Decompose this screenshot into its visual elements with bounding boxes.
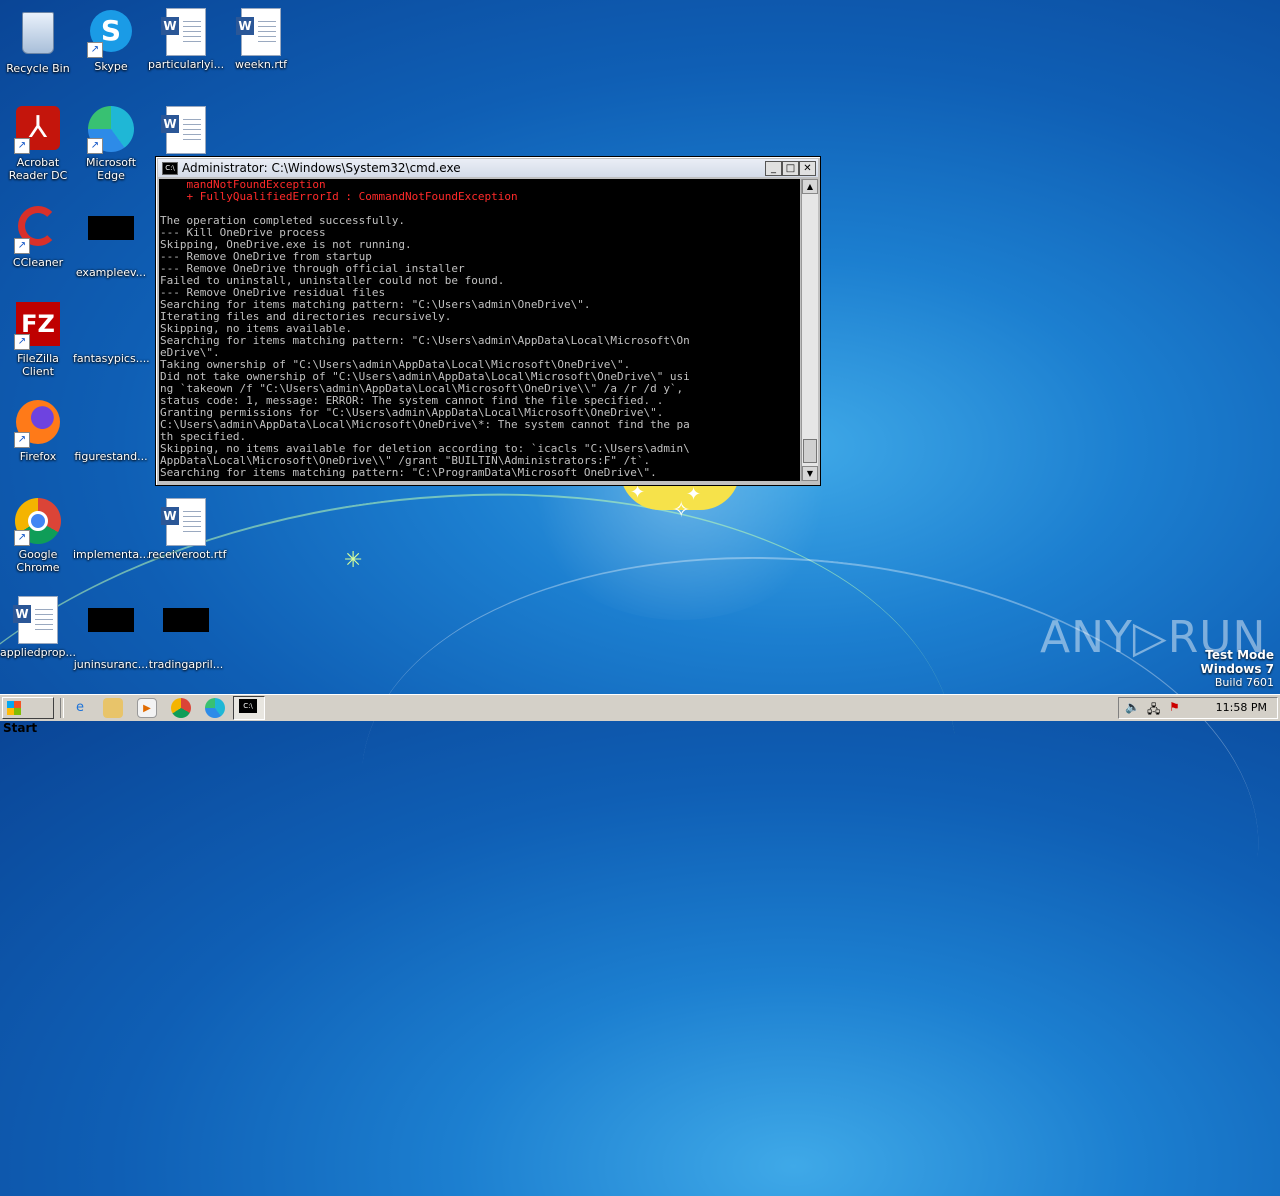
scrollbar-thumb[interactable] <box>803 439 817 463</box>
start-button[interactable]: Start <box>2 697 54 735</box>
cmd-icon: C:\ <box>239 699 257 713</box>
internet-explorer-icon[interactable]: e <box>70 698 90 718</box>
speaker-icon[interactable]: 🔈 <box>1125 700 1140 714</box>
redacted-file-icon <box>87 216 135 264</box>
acrobat-icon: ⅄ ↗ <box>14 106 62 154</box>
redacted-file-icon <box>162 608 210 656</box>
console-line: Searching for items matching pattern: "C… <box>160 334 690 347</box>
minimize-button[interactable]: _ <box>765 161 782 176</box>
maximize-button[interactable]: □ <box>782 161 799 176</box>
close-button[interactable]: ✕ <box>799 161 816 176</box>
clock[interactable]: 11:58 PM <box>1216 701 1267 715</box>
scroll-down-arrow-icon[interactable]: ▼ <box>802 466 818 481</box>
taskbar-separator <box>60 698 64 718</box>
window-title: Administrator: C:\Windows\System32\cmd.e… <box>182 161 461 175</box>
desktop-icon-ccleaner[interactable]: ↗ CCleaner <box>0 204 76 269</box>
desktop-icon-file[interactable]: figurestand... <box>73 400 149 463</box>
file-icon <box>87 498 135 546</box>
wallpaper-sparkle: ✳ <box>344 548 363 573</box>
build-label: Build 7601 <box>1214 676 1274 689</box>
skype-icon: S ↗ <box>87 10 135 58</box>
taskbar: Start e ▶ C:\ 🔈 🖧 ⚑ 11:58 PM <box>0 694 1280 735</box>
desktop-icon-file[interactable]: juninsuranc... <box>73 596 149 671</box>
desktop-icon-recycle-bin[interactable]: Recycle Bin <box>0 8 76 75</box>
desktop-icon-chrome[interactable]: ↗ Google Chrome <box>0 498 76 574</box>
file-icon <box>87 302 135 350</box>
scroll-up-arrow-icon[interactable]: ▲ <box>802 179 818 194</box>
desktop-icon-file[interactable]: tradingapril... <box>148 596 224 671</box>
cmd-window[interactable]: C:\ Administrator: C:\Windows\System32\cm… <box>155 156 821 486</box>
recycle-bin-icon <box>14 12 62 60</box>
desktop-icon-firefox[interactable]: ↗ Firefox <box>0 400 76 463</box>
edge-icon: ↗ <box>87 106 135 154</box>
os-label: Windows 7 <box>1200 662 1274 676</box>
console-line: Searching for items matching pattern: "C… <box>160 466 657 479</box>
console-line: + FullyQualifiedErrorId : CommandNotFoun… <box>160 190 518 203</box>
action-center-icon[interactable]: ⚑ <box>1169 700 1180 714</box>
media-player-icon[interactable]: ▶ <box>137 698 157 718</box>
test-mode-label: Test Mode <box>1205 648 1274 662</box>
desktop-icon-filezilla[interactable]: FZ ↗ FileZilla Client <box>0 302 76 378</box>
desktop-icon-file[interactable]: implementa... <box>73 498 150 561</box>
desktop-icon-skype[interactable]: S ↗ Skype <box>73 8 149 73</box>
word-document-icon: W <box>161 106 210 154</box>
console-output[interactable]: mandNotFoundException + FullyQualifiedEr… <box>159 179 800 481</box>
file-icon <box>87 400 135 448</box>
cmd-taskbar-button[interactable]: C:\ <box>233 696 265 720</box>
word-document-icon: W <box>161 498 210 546</box>
word-document-icon: W <box>161 8 210 56</box>
desktop-icon-file[interactable]: W <box>148 106 224 156</box>
desktop-icon-edge[interactable]: ↗ Microsoft Edge <box>73 106 149 182</box>
filezilla-icon: FZ ↗ <box>14 302 62 350</box>
network-icon[interactable]: 🖧 <box>1147 700 1160 721</box>
desktop-icon-file[interactable]: exampleev... <box>73 204 149 279</box>
desktop-icon-file[interactable]: W particularlyi... <box>148 8 224 71</box>
chrome-icon: ↗ <box>14 498 62 546</box>
desktop-icon-file[interactable]: W appliedprop... <box>0 596 76 659</box>
console-line: C:\Users\admin\AppData\Local\Microsoft\O… <box>160 418 690 431</box>
test-mode-notice: Test Mode Windows 7 Build 7601 <box>1201 648 1274 690</box>
windows-logo-icon <box>7 701 21 715</box>
wallpaper-sparkle: ✧ <box>672 498 691 523</box>
word-document-icon: W <box>236 8 285 56</box>
desktop-icon-file[interactable]: W weekn.rtf <box>223 8 299 71</box>
vertical-scrollbar[interactable]: ▲ ▼ <box>801 179 818 481</box>
desktop-icon-file[interactable]: W receiveroot.rtf <box>148 498 226 561</box>
cmd-icon: C:\ <box>162 162 178 175</box>
chrome-taskbar-icon[interactable] <box>171 698 191 718</box>
window-titlebar[interactable]: C:\ Administrator: C:\Windows\System32\cm… <box>158 159 818 177</box>
desktop-icon-file[interactable]: fantasypics.... <box>73 302 150 365</box>
word-document-icon: W <box>13 596 62 644</box>
firefox-icon: ↗ <box>14 400 62 448</box>
system-tray: 🔈 🖧 ⚑ 11:58 PM <box>1118 697 1278 719</box>
file-explorer-icon[interactable] <box>103 698 123 718</box>
ccleaner-icon: ↗ <box>14 206 62 254</box>
redacted-file-icon <box>87 608 135 656</box>
desktop-icon-acrobat[interactable]: ⅄ ↗ Acrobat Reader DC <box>0 106 76 182</box>
edge-taskbar-icon[interactable] <box>205 698 225 718</box>
